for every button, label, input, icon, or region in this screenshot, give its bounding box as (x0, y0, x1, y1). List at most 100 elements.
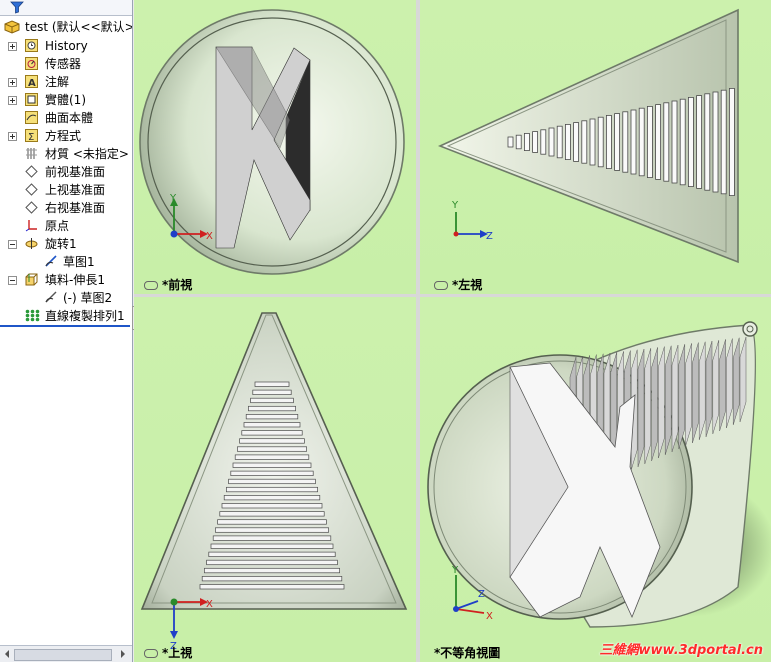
slot (712, 91, 719, 193)
slot (226, 486, 318, 493)
slot (573, 122, 580, 162)
slot (622, 111, 629, 173)
tree-item-label: 方程式 (45, 129, 82, 143)
tree-item-label: 材質 <未指定> (45, 147, 129, 161)
slot (206, 559, 338, 566)
slot (237, 446, 307, 452)
tree-item-label: History (45, 39, 88, 53)
history-icon (25, 39, 38, 52)
tree-item-label: 直線複製排列1 (45, 309, 125, 323)
filter-icon[interactable] (10, 1, 24, 14)
slot (679, 98, 686, 186)
scroll-right-icon[interactable] (118, 649, 128, 659)
tree-item-label: (-) 草图2 (63, 291, 113, 305)
scroll-left-icon[interactable] (2, 649, 12, 659)
slot (210, 543, 334, 549)
slot (221, 503, 323, 509)
axis-x-label: X (486, 611, 493, 622)
slot (215, 527, 329, 533)
slot (241, 430, 303, 436)
left-view-model: Y Z (437, 8, 739, 264)
axis-z-label: Z (478, 589, 485, 600)
feature-manager-tree: test (默认<<默认> History 传感器 A 注解 實體(1) 曲面本… (0, 0, 133, 662)
viewport-divider-horizontal[interactable] (134, 294, 771, 297)
slot (212, 535, 332, 541)
annotation-icon: A (25, 75, 38, 88)
equation-icon: Σ (25, 129, 38, 142)
tree-item-label: 曲面本體 (45, 111, 94, 125)
slot (655, 104, 662, 180)
plane-icon (25, 183, 38, 196)
front-view-model: Y X (139, 9, 405, 275)
slot (556, 125, 563, 159)
view-label-left: *左視 (434, 276, 482, 293)
part-icon (4, 20, 20, 34)
slot (208, 551, 336, 557)
slot (646, 106, 653, 178)
collapse-toggle[interactable] (8, 276, 17, 285)
expand-toggle[interactable] (8, 78, 17, 87)
sketch-icon (45, 255, 57, 267)
link-icon (144, 281, 158, 290)
sketch-icon (45, 291, 57, 303)
expand-toggle[interactable] (8, 132, 17, 141)
material-icon (26, 148, 37, 159)
slot (605, 115, 612, 170)
svg-text:A: A (28, 78, 36, 88)
rollback-bar[interactable] (0, 325, 130, 327)
slot (524, 132, 530, 151)
solid-body-icon (25, 93, 38, 106)
svg-text:Σ: Σ (28, 132, 34, 142)
slot (581, 120, 588, 164)
fin (658, 346, 665, 459)
slot (201, 576, 343, 582)
view-label-front: *前視 (144, 276, 192, 293)
revolve-icon (25, 238, 38, 249)
slot (548, 127, 555, 157)
viewport-divider-vertical[interactable] (416, 0, 420, 662)
tree-item-label: 上视基准面 (45, 183, 106, 197)
tree-item-label: 前视基准面 (45, 165, 106, 179)
slot (199, 584, 345, 590)
slot (671, 100, 678, 184)
link-icon (144, 649, 158, 658)
viewport-front[interactable]: Y X *前視 (134, 0, 416, 294)
axis-x-label: X (206, 599, 213, 610)
slot (687, 97, 694, 187)
fin (664, 345, 672, 456)
collapse-toggle[interactable] (8, 240, 17, 249)
tree-root-label: test (默认<<默认> (25, 20, 133, 34)
plane-icon (25, 201, 38, 214)
expand-toggle[interactable] (8, 42, 17, 51)
viewport-isometric[interactable]: Y Z X *不等角視圖 三維網www.3dportal.cn (420, 297, 771, 662)
slot (728, 88, 735, 196)
linear-pattern-icon (25, 309, 40, 322)
scrollbar-thumb[interactable] (14, 649, 112, 661)
slot (696, 95, 703, 189)
axis-y-label: Y (451, 200, 459, 211)
viewport-top[interactable]: X Z *上視 (134, 297, 416, 662)
expand-toggle[interactable] (8, 96, 17, 105)
slot (230, 470, 314, 476)
slot (219, 511, 325, 517)
plane-icon (25, 165, 38, 178)
filter-bar[interactable] (0, 0, 132, 16)
tree-horizontal-scrollbar[interactable] (0, 645, 132, 662)
slot (234, 454, 310, 460)
axis-x-label: X (206, 231, 213, 242)
viewport-left[interactable]: Y Z *左視 (420, 0, 771, 294)
watermark: 三維網www.3dportal.cn (599, 643, 763, 658)
view-label-isometric: *不等角視圖 (434, 646, 501, 660)
tree-item-label: 右视基准面 (45, 201, 106, 215)
slot (228, 478, 316, 485)
tree-item-label: 注解 (45, 75, 70, 89)
axis-z-label: Z (486, 231, 493, 242)
slot (540, 129, 547, 155)
tree-item-label: 传感器 (45, 57, 82, 71)
sensor-icon (25, 57, 38, 70)
view-label-top: *上視 (144, 644, 192, 661)
tree-item-label: 填料-伸長1 (45, 273, 105, 287)
slot (589, 118, 596, 166)
slot (515, 134, 522, 150)
slot (245, 414, 299, 420)
